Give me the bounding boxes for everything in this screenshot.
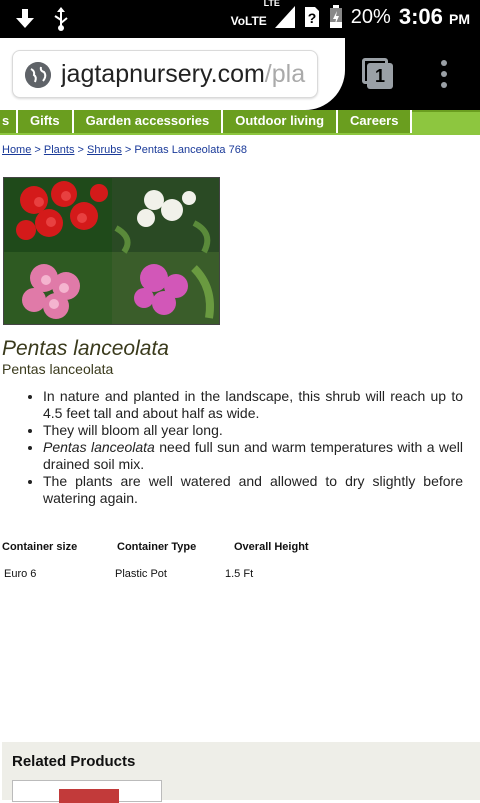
description-item: Pentas lanceolata need full sun and warm… bbox=[43, 439, 463, 473]
breadcrumb-current: > Pentas Lanceolata 768 bbox=[121, 144, 247, 156]
related-products-title: Related Products bbox=[12, 753, 136, 770]
related-product-image[interactable] bbox=[59, 789, 119, 803]
url-domain: jagtapnursery.com bbox=[61, 60, 265, 88]
url-path: /pla bbox=[264, 60, 306, 88]
spec-value: Euro 6 bbox=[4, 568, 37, 580]
breadcrumb-plants[interactable]: Plants bbox=[44, 144, 75, 156]
download-icon bbox=[16, 9, 34, 28]
description-item: The plants are well watered and allowed … bbox=[43, 473, 463, 507]
battery-percent: 20% bbox=[350, 5, 391, 28]
product-subtitle: Pentas lanceolata bbox=[2, 361, 114, 377]
product-description: In nature and planted in the landscape, … bbox=[25, 388, 463, 507]
nav-item-partial[interactable]: s bbox=[0, 110, 18, 133]
spec-value: Plastic Pot bbox=[115, 568, 167, 580]
breadcrumb-home[interactable]: Home bbox=[2, 144, 31, 156]
clock-ampm: PM bbox=[449, 11, 470, 27]
usb-icon bbox=[54, 7, 68, 31]
spec-header: Container size bbox=[2, 541, 78, 553]
breadcrumb: Home > Plants > Shrubs > Pentas Lanceola… bbox=[2, 144, 247, 156]
tab-count: 1 bbox=[367, 63, 393, 89]
product-image[interactable] bbox=[3, 177, 220, 325]
overflow-menu-button[interactable] bbox=[437, 60, 451, 88]
breadcrumb-separator: > bbox=[74, 144, 88, 156]
tab-switcher-button[interactable]: 1 bbox=[362, 58, 394, 90]
lte-indicator: LTE bbox=[263, 0, 280, 8]
globe-icon bbox=[25, 62, 51, 88]
pentas-flowers-image bbox=[4, 178, 219, 324]
battery-icon bbox=[329, 5, 342, 28]
breadcrumb-shrubs[interactable]: Shrubs bbox=[87, 144, 122, 156]
menu-dot-icon bbox=[441, 71, 447, 77]
site-nav: s Gifts Garden accessories Outdoor livin… bbox=[0, 110, 480, 135]
description-item: They will bloom all year long. bbox=[43, 422, 463, 439]
spec-value: 1.5 Ft bbox=[225, 568, 254, 580]
nav-item-careers[interactable]: Careers bbox=[338, 110, 413, 133]
clock-time: 3:06 bbox=[398, 4, 443, 29]
menu-dot-icon bbox=[441, 60, 447, 66]
address-bar[interactable]: jagtapnursery.com/pla bbox=[12, 50, 318, 98]
specs-header-row: Container size Container Type Overall He… bbox=[2, 541, 322, 553]
specs-value-row: Euro 6 Plastic Pot 1.5 Ft bbox=[2, 568, 322, 580]
related-product-card[interactable] bbox=[12, 780, 162, 803]
breadcrumb-separator: > bbox=[31, 144, 44, 156]
spec-header: Overall Height bbox=[234, 541, 309, 553]
menu-dot-icon bbox=[441, 82, 447, 88]
description-italic-name: Pentas lanceolata bbox=[43, 439, 155, 455]
nav-filler bbox=[412, 110, 480, 135]
nav-item-outdoor-living[interactable]: Outdoor living bbox=[223, 110, 339, 133]
description-item: In nature and planted in the landscape, … bbox=[43, 388, 463, 422]
signal-icon bbox=[274, 6, 295, 28]
clock: 3:06 PM bbox=[399, 4, 470, 30]
nav-item-gifts[interactable]: Gifts bbox=[18, 110, 74, 133]
no-sim-icon: ? bbox=[304, 7, 319, 27]
product-title: Pentas lanceolata bbox=[2, 337, 169, 360]
status-bar: VoLTE LTE ? 20% 3:06 PM bbox=[0, 0, 480, 38]
nav-item-garden-accessories[interactable]: Garden accessories bbox=[73, 110, 224, 133]
browser-toolbar: jagtapnursery.com/pla 1 bbox=[0, 38, 480, 110]
svg-text:?: ? bbox=[308, 10, 317, 26]
specs-table: Container size Container Type Overall He… bbox=[2, 541, 322, 580]
url-text[interactable]: jagtapnursery.com/pla bbox=[61, 60, 313, 89]
spec-header: Container Type bbox=[117, 541, 197, 553]
url-bar-container: jagtapnursery.com/pla bbox=[0, 38, 345, 110]
related-products-section: Related Products bbox=[2, 742, 480, 803]
volte-indicator: VoLTE bbox=[230, 14, 267, 28]
